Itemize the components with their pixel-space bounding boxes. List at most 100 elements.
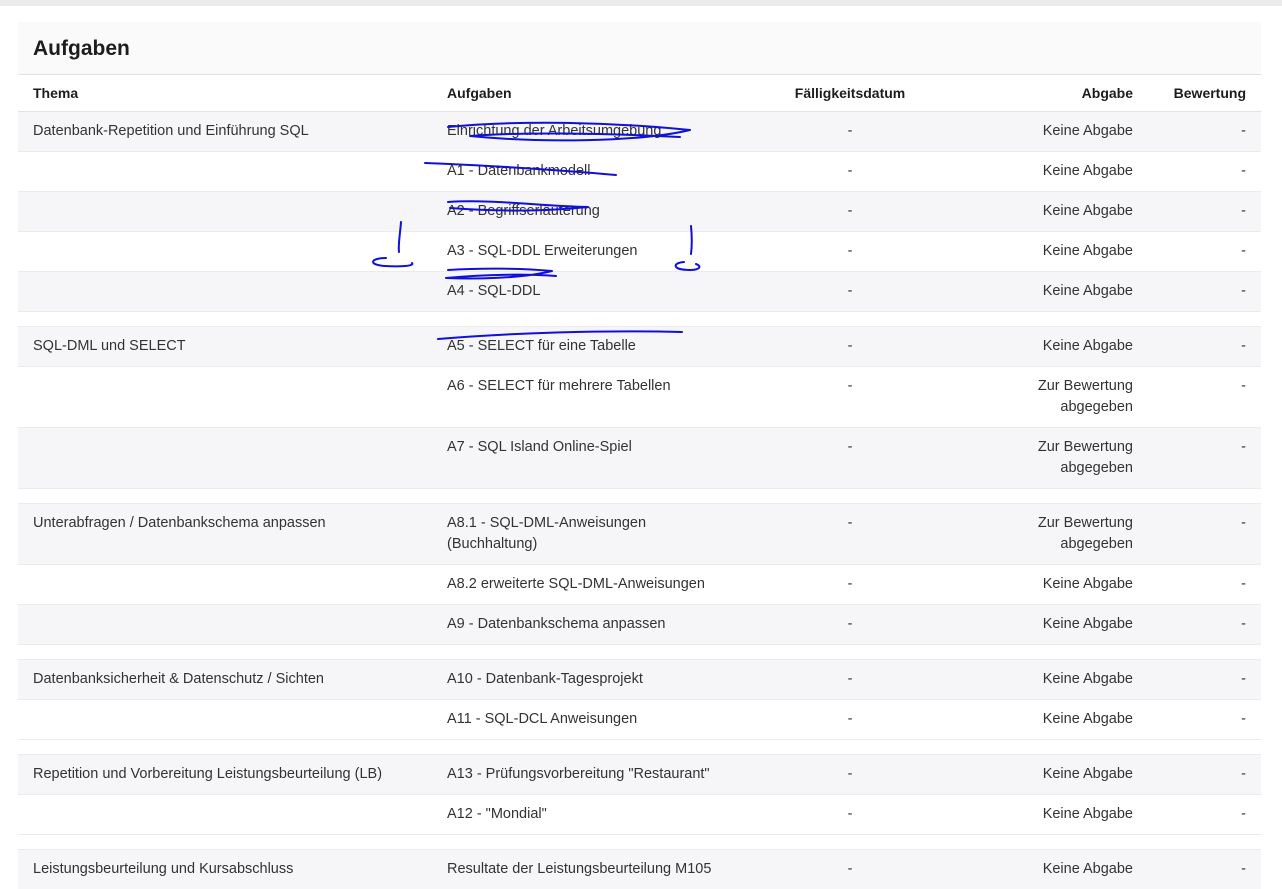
table-row: SQL-DML und SELECT A5 - SELECT für eine T… <box>18 325 1261 366</box>
thema-cell <box>18 603 432 644</box>
thema-cell <box>18 150 432 191</box>
spacer-cell <box>18 738 1261 754</box>
bewertung-cell: - <box>1148 793 1261 834</box>
table-row: A2 - Begriffserläuterung - Keine Abgabe - <box>18 190 1261 231</box>
spacer-cell <box>18 487 1261 503</box>
thema-cell <box>18 698 432 739</box>
table-row: Datenbank-Repetition und Einführung SQL E… <box>18 110 1261 151</box>
spacer-cell <box>18 643 1261 659</box>
thema-cell <box>18 190 432 231</box>
table-row: A12 - "Mondial" - Keine Abgabe - <box>18 793 1261 834</box>
faelligkeit-cell: - <box>745 190 955 231</box>
column-header-abgabe[interactable]: Abgabe <box>955 75 1148 112</box>
abgabe-status: Keine Abgabe <box>955 563 1148 604</box>
thema-cell: Datenbank-Repetition und Einführung SQL <box>18 110 432 151</box>
table-header-row: Thema Aufgaben Fälligkeitsdatum Abgabe B… <box>18 75 1261 112</box>
faelligkeit-cell: - <box>745 658 955 699</box>
aufgabe-link[interactable]: A8.1 - SQL-DML-Anweisungen (Buchhaltung) <box>432 502 745 564</box>
bewertung-cell: - <box>1148 848 1261 889</box>
aufgabe-link[interactable]: A6 - SELECT für mehrere Tabellen <box>432 365 745 427</box>
aufgabe-link[interactable]: A10 - Datenbank-Tagesprojekt <box>432 658 745 699</box>
abgabe-status: Keine Abgabe <box>955 325 1148 366</box>
faelligkeit-cell: - <box>745 753 955 794</box>
bewertung-cell: - <box>1148 698 1261 739</box>
bewertung-cell: - <box>1148 658 1261 699</box>
faelligkeit-cell: - <box>745 110 955 151</box>
abgabe-status: Keine Abgabe <box>955 270 1148 311</box>
faelligkeit-cell: - <box>745 365 955 427</box>
bewertung-cell: - <box>1148 230 1261 271</box>
abgabe-status: Keine Abgabe <box>955 658 1148 699</box>
aufgabe-link[interactable]: Resultate der Leistungsbeurteilung M105 <box>432 848 745 889</box>
column-header-aufgaben[interactable]: Aufgaben <box>432 75 745 112</box>
abgabe-status: Keine Abgabe <box>955 190 1148 231</box>
thema-cell: Repetition und Vorbereitung Leistungsbeu… <box>18 753 432 794</box>
aufgabe-link[interactable]: Einrichtung der Arbeitsumgebung <box>432 110 745 151</box>
faelligkeit-cell: - <box>745 270 955 311</box>
bewertung-cell: - <box>1148 365 1261 427</box>
faelligkeit-cell: - <box>745 150 955 191</box>
faelligkeit-cell: - <box>745 502 955 564</box>
thema-cell: Unterabfragen / Datenbankschema anpassen <box>18 502 432 564</box>
aufgabe-link[interactable]: A8.2 erweiterte SQL-DML-Anweisungen <box>432 563 745 604</box>
bewertung-cell: - <box>1148 502 1261 564</box>
abgabe-status: Keine Abgabe <box>955 230 1148 271</box>
table-row: A1 - Datenbankmodell - Keine Abgabe - <box>18 150 1261 191</box>
group-spacer <box>18 643 1261 659</box>
aufgabe-link[interactable]: A13 - Prüfungsvorbereitung "Restaurant" <box>432 753 745 794</box>
abgabe-status: Keine Abgabe <box>955 848 1148 889</box>
aufgabe-link[interactable]: A7 - SQL Island Online-Spiel <box>432 426 745 488</box>
thema-cell <box>18 563 432 604</box>
abgabe-status: Keine Abgabe <box>955 150 1148 191</box>
table-row: Repetition und Vorbereitung Leistungsbeu… <box>18 753 1261 794</box>
table-row: A4 - SQL-DDL - Keine Abgabe - <box>18 270 1261 311</box>
thema-cell: SQL-DML und SELECT <box>18 325 432 366</box>
table-row: A11 - SQL-DCL Anweisungen - Keine Abgabe - <box>18 698 1261 739</box>
thema-cell: Leistungsbeurteilung und Kursabschluss <box>18 848 432 889</box>
table-row: Leistungsbeurteilung und Kursabschluss Re… <box>18 848 1261 889</box>
group-spacer <box>18 833 1261 849</box>
page-title: Aufgaben <box>33 37 130 60</box>
table-body: Datenbank-Repetition und Einführung SQL E… <box>18 110 1261 889</box>
bewertung-cell: - <box>1148 325 1261 366</box>
table-row: A3 - SQL-DDL Erweiterungen - Keine Abgabe - <box>18 230 1261 271</box>
column-header-thema[interactable]: Thema <box>18 75 432 112</box>
faelligkeit-cell: - <box>745 230 955 271</box>
table-row: A7 - SQL Island Online-Spiel - Zur Bewertu… <box>18 426 1261 488</box>
aufgabe-link[interactable]: A4 - SQL-DDL <box>432 270 745 311</box>
bewertung-cell: - <box>1148 270 1261 311</box>
bewertung-cell: - <box>1148 150 1261 191</box>
bewertung-cell: - <box>1148 753 1261 794</box>
faelligkeit-cell: - <box>745 325 955 366</box>
aufgabe-link[interactable]: A5 - SELECT für eine Tabelle <box>432 325 745 366</box>
column-header-bewertung[interactable]: Bewertung <box>1148 75 1261 112</box>
faelligkeit-cell: - <box>745 793 955 834</box>
thema-cell <box>18 270 432 311</box>
bewertung-cell: - <box>1148 603 1261 644</box>
table-row: A6 - SELECT für mehrere Tabellen - Zur Bew… <box>18 365 1261 427</box>
group-spacer <box>18 487 1261 503</box>
thema-cell <box>18 230 432 271</box>
column-header-faelligkeitsdatum[interactable]: Fälligkeitsdatum <box>745 75 955 112</box>
abgabe-status: Keine Abgabe <box>955 753 1148 794</box>
group-spacer <box>18 738 1261 754</box>
aufgabe-link[interactable]: A12 - "Mondial" <box>432 793 745 834</box>
faelligkeit-cell: - <box>745 603 955 644</box>
abgabe-status: Keine Abgabe <box>955 110 1148 151</box>
assignments-card: Aufgaben Thema Aufgaben Fälligkeitsdatum… <box>18 22 1261 889</box>
assignments-table: Thema Aufgaben Fälligkeitsdatum Abgabe B… <box>18 75 1261 889</box>
table-row: Unterabfragen / Datenbankschema anpassen… <box>18 502 1261 564</box>
abgabe-status: Zur Bewertung abgegeben <box>955 365 1148 427</box>
aufgabe-link[interactable]: A9 - Datenbankschema anpassen <box>432 603 745 644</box>
bewertung-cell: - <box>1148 563 1261 604</box>
aufgabe-link[interactable]: A3 - SQL-DDL Erweiterungen <box>432 230 745 271</box>
table-row: A8.2 erweiterte SQL-DML-Anweisungen - Kein… <box>18 563 1261 604</box>
aufgabe-link[interactable]: A11 - SQL-DCL Anweisungen <box>432 698 745 739</box>
thema-cell <box>18 365 432 427</box>
bewertung-cell: - <box>1148 426 1261 488</box>
faelligkeit-cell: - <box>745 698 955 739</box>
spacer-cell <box>18 310 1261 326</box>
aufgabe-link[interactable]: A2 - Begriffserläuterung <box>432 190 745 231</box>
abgabe-status: Keine Abgabe <box>955 793 1148 834</box>
aufgabe-link[interactable]: A1 - Datenbankmodell <box>432 150 745 191</box>
